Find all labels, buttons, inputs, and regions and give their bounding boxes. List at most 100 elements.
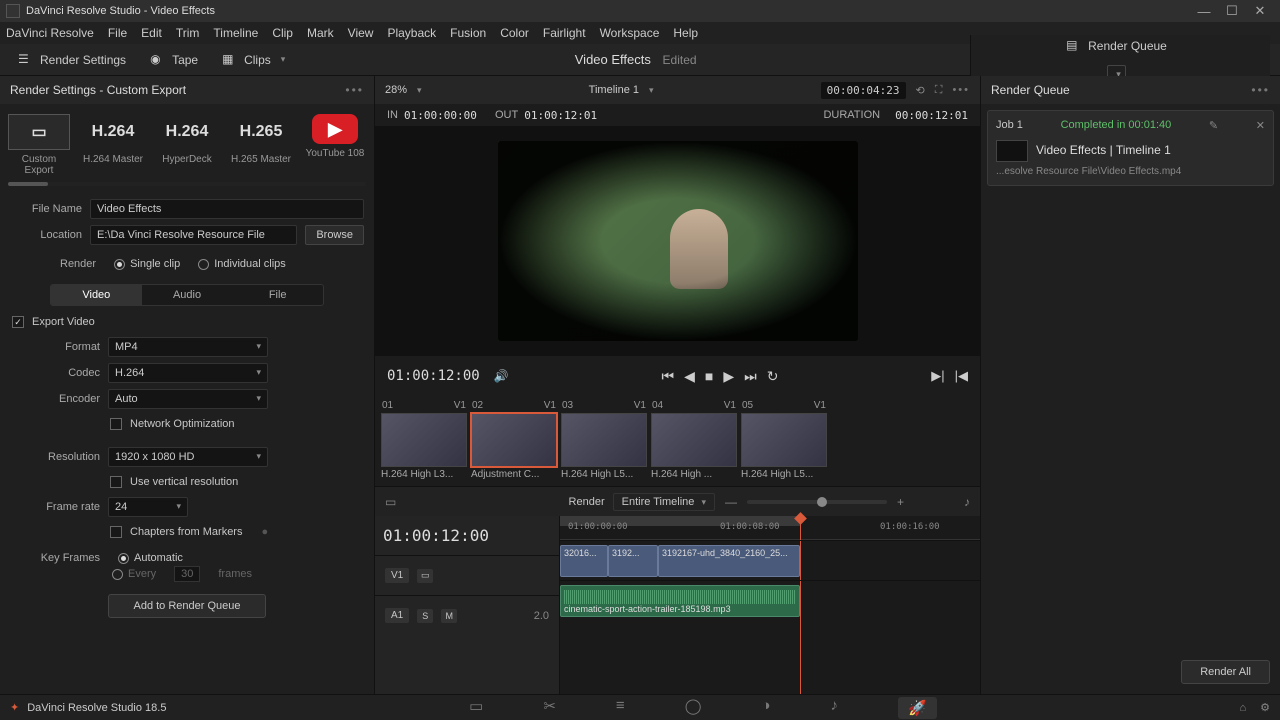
thumbnail-03[interactable]: 03V1H.264 High L5... [561, 400, 647, 486]
audio-track[interactable]: cinematic-sport-action-trailer-185198.mp… [560, 580, 980, 620]
stop-button[interactable]: ■ [705, 368, 713, 384]
video-clip[interactable]: 3192167-uhd_3840_2160_25... [658, 545, 800, 577]
framerate-select[interactable]: 24▾ [108, 497, 188, 517]
menu-color[interactable]: Color [500, 26, 529, 40]
thumbnail-05[interactable]: 05V1H.264 High L5... [741, 400, 827, 486]
viewer-menu-icon[interactable]: ••• [952, 84, 970, 96]
fairlight-page-icon[interactable]: ♪ [831, 697, 839, 719]
timeline-ruler[interactable]: 01:00:00:00 01:00:08:00 01:00:16:00 01:0… [560, 516, 980, 540]
menu-view[interactable]: View [348, 26, 374, 40]
viewer-timecode[interactable]: 00:00:04:23 [821, 82, 906, 99]
menu-playback[interactable]: Playback [387, 26, 436, 40]
mute-button[interactable]: M [441, 609, 457, 623]
tape-toggle[interactable]: ◉ Tape [142, 49, 206, 71]
filename-input[interactable] [90, 199, 364, 219]
browse-button[interactable]: Browse [305, 225, 364, 245]
individual-clips-radio[interactable]: Individual clips [198, 258, 286, 270]
edit-page-icon[interactable]: ≡ [616, 697, 625, 719]
chevron-down-icon[interactable]: ▾ [649, 85, 654, 96]
menu-workspace[interactable]: Workspace [600, 26, 660, 40]
audio-icon[interactable]: ♪ [964, 495, 970, 509]
format-select[interactable]: MP4▾ [108, 337, 268, 357]
single-clip-radio[interactable]: Single clip [114, 258, 180, 270]
viewer-zoom[interactable]: 28% [385, 84, 407, 96]
render-queue-toggle[interactable]: ▤ Render Queue [1058, 35, 1175, 57]
preset-hyperdeck[interactable]: H.264HyperDeck [156, 114, 218, 176]
menu-mark[interactable]: Mark [307, 26, 334, 40]
first-frame-button[interactable]: ⏮ [661, 368, 674, 385]
keyframes-every-radio[interactable]: Every [112, 568, 156, 580]
zoom-in-button[interactable]: + [897, 495, 904, 509]
minimize-button[interactable]: — [1190, 4, 1218, 19]
panel-menu-icon[interactable]: ••• [1251, 83, 1270, 97]
play-button[interactable]: ▶ [723, 368, 734, 385]
menu-file[interactable]: File [108, 26, 127, 40]
cut-page-icon[interactable]: ✂ [543, 697, 556, 719]
codec-select[interactable]: H.264▾ [108, 363, 268, 383]
expand-icon[interactable]: ⛶ [935, 84, 943, 97]
preset-youtube[interactable]: ▶YouTube 108 [304, 114, 366, 176]
preset-scrollbar[interactable] [8, 182, 366, 186]
settings-icon[interactable]: ⚙ [1260, 701, 1270, 714]
resolution-select[interactable]: 1920 x 1080 HD▾ [108, 447, 268, 467]
fusion-page-icon[interactable]: ◯ [685, 697, 702, 719]
step-forward-button[interactable]: ⏭ [744, 368, 757, 385]
preset-custom[interactable]: ▭Custom Export [8, 114, 70, 176]
zoom-out-button[interactable]: — [725, 495, 737, 509]
tab-audio[interactable]: Audio [142, 285, 233, 305]
tab-video[interactable]: Video [51, 285, 142, 305]
menu-app[interactable]: DaVinci Resolve [6, 26, 94, 40]
track-lock-icon[interactable]: ▭ [417, 569, 433, 583]
menu-trim[interactable]: Trim [176, 26, 200, 40]
color-page-icon[interactable]: ◑ [761, 697, 770, 719]
thumbnail-04[interactable]: 04V1H.264 High ... [651, 400, 737, 486]
menu-help[interactable]: Help [673, 26, 698, 40]
chapters-checkbox[interactable] [110, 526, 122, 538]
video-track-header[interactable]: V1 ▭ [375, 555, 559, 595]
video-track[interactable]: 32016... 3192... 3192167-uhd_3840_2160_2… [560, 540, 980, 580]
deliver-page-icon[interactable]: 🚀 [898, 697, 937, 719]
render-settings-toggle[interactable]: ☰ Render Settings [10, 49, 134, 71]
add-to-render-queue-button[interactable]: Add to Render Queue [108, 594, 265, 618]
keyframes-auto-radio[interactable]: Automatic [118, 552, 183, 564]
home-icon[interactable]: ⌂ [1239, 702, 1246, 714]
encoder-select[interactable]: Auto▾ [108, 389, 268, 409]
media-page-icon[interactable]: ▭ [469, 697, 483, 719]
export-video-checkbox[interactable] [12, 316, 24, 328]
volume-icon[interactable]: 🔊 [494, 369, 509, 383]
tab-file[interactable]: File [232, 285, 323, 305]
edit-job-icon[interactable]: ✎ [1209, 119, 1218, 132]
render-job-card[interactable]: Job 1 Completed in 00:01:40 ✎ ✕ Video Ef… [987, 110, 1274, 186]
audio-clip[interactable]: cinematic-sport-action-trailer-185198.mp… [560, 585, 800, 617]
thumbnail-01[interactable]: 01V1H.264 High L3... [381, 400, 467, 486]
panel-menu-icon[interactable]: ••• [345, 83, 364, 97]
viewer[interactable] [375, 126, 980, 356]
audio-track-header[interactable]: A1 S M 2.0 [375, 595, 559, 635]
preset-h265-master[interactable]: H.265H.265 Master [230, 114, 292, 176]
menu-clip[interactable]: Clip [272, 26, 293, 40]
render-scope-select[interactable]: Entire Timeline ▾ [613, 493, 715, 511]
menu-edit[interactable]: Edit [141, 26, 162, 40]
solo-button[interactable]: S [417, 609, 433, 623]
chevron-down-icon[interactable]: ▾ [417, 85, 422, 96]
sync-icon[interactable]: ⟲ [916, 84, 925, 97]
network-opt-checkbox[interactable] [110, 418, 122, 430]
video-clip[interactable]: 32016... [560, 545, 608, 577]
step-back-button[interactable]: ◀ [684, 368, 695, 385]
clips-toggle[interactable]: ▦ Clips ▾ [214, 49, 293, 71]
menu-fairlight[interactable]: Fairlight [543, 26, 586, 40]
vertical-res-checkbox[interactable] [110, 476, 122, 488]
video-clip[interactable]: 3192... [608, 545, 658, 577]
zoom-slider[interactable] [747, 500, 887, 504]
maximize-button[interactable]: ☐ [1218, 3, 1246, 19]
menu-fusion[interactable]: Fusion [450, 26, 486, 40]
menu-timeline[interactable]: Timeline [213, 26, 258, 40]
timeline-view-icon[interactable]: ▭ [385, 495, 396, 509]
close-button[interactable]: ✕ [1246, 3, 1274, 19]
timeline-name[interactable]: Timeline 1 [589, 84, 639, 96]
remove-job-icon[interactable]: ✕ [1256, 119, 1265, 132]
thumbnail-02[interactable]: 02V1Adjustment C... [471, 400, 557, 486]
next-clip-button[interactable]: |◀ [955, 368, 968, 384]
preset-h264-master[interactable]: H.264H.264 Master [82, 114, 144, 176]
render-all-button[interactable]: Render All [1181, 660, 1270, 684]
